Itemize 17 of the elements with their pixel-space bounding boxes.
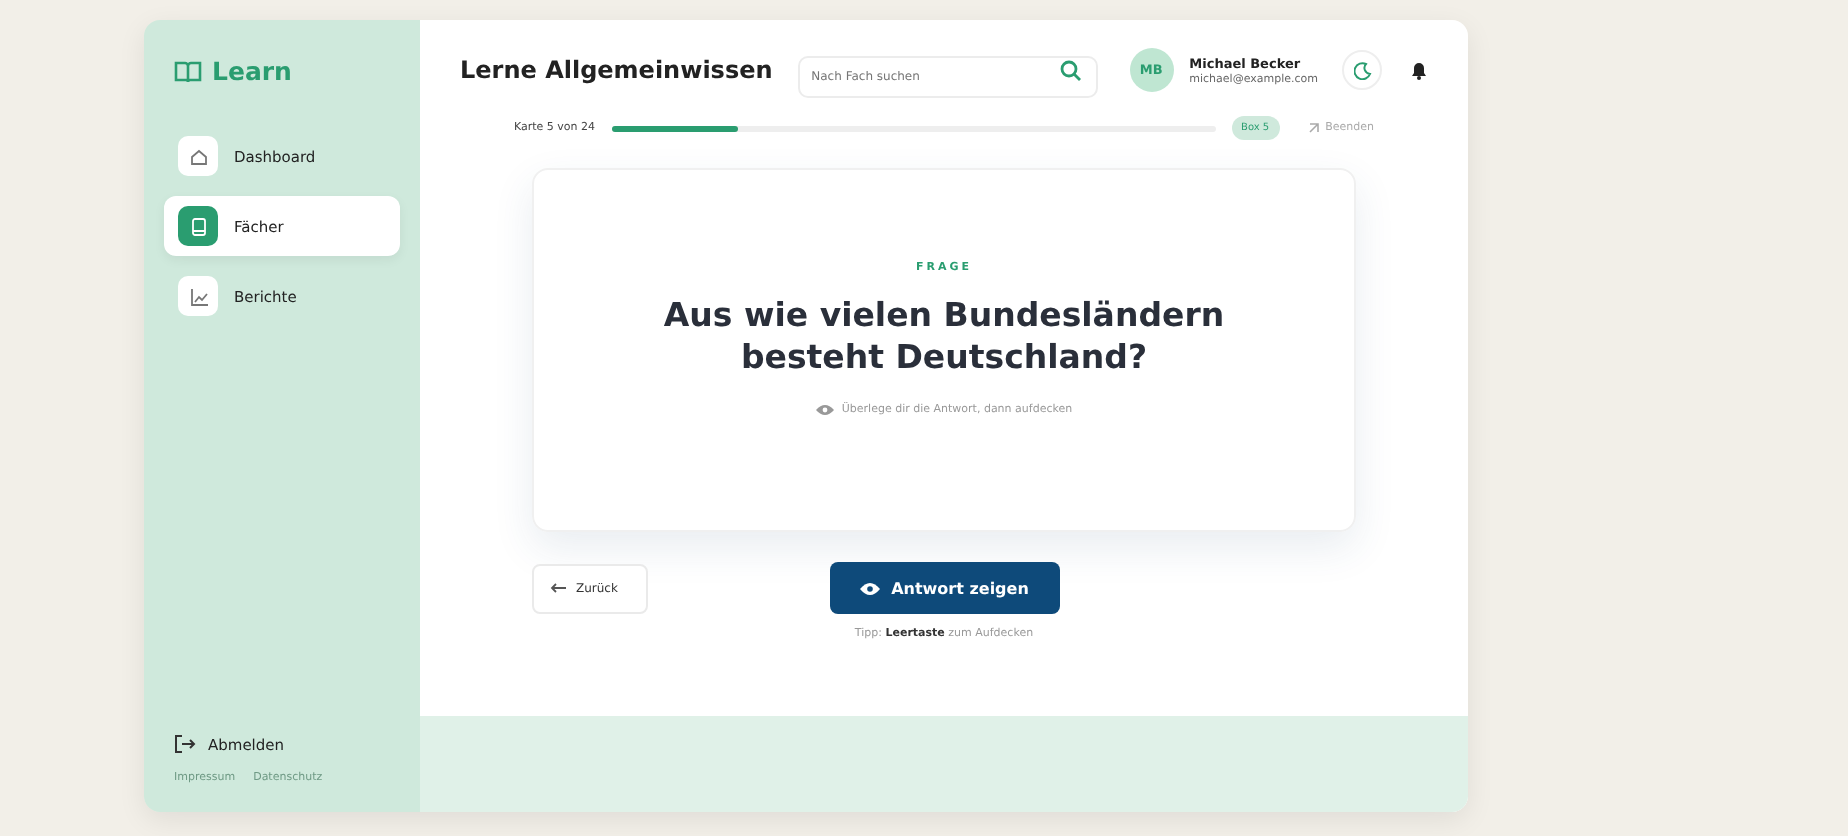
theme-toggle[interactable]: [1342, 50, 1382, 90]
chart-icon: [187, 285, 209, 307]
question-text: Aus wie vielen Bundesländern besteht Deutschland?: [661, 294, 1227, 380]
eye-icon: [859, 581, 880, 595]
eye-icon: [815, 403, 834, 416]
book-icon: [187, 215, 209, 237]
brand-name: Learn: [212, 56, 292, 86]
search-icon: [1059, 59, 1082, 81]
moon-icon: [1353, 61, 1371, 79]
bell-icon[interactable]: [1410, 60, 1428, 80]
home-icon: [187, 145, 209, 167]
book-icon: [174, 59, 202, 83]
page-title: Lerne Allgemeinwissen: [460, 56, 775, 84]
logout-icon: [174, 734, 196, 754]
reveal-button[interactable]: Antwort zeigen: [829, 562, 1059, 614]
exit-icon: [1307, 122, 1320, 134]
arrow-left-icon: [550, 582, 566, 594]
